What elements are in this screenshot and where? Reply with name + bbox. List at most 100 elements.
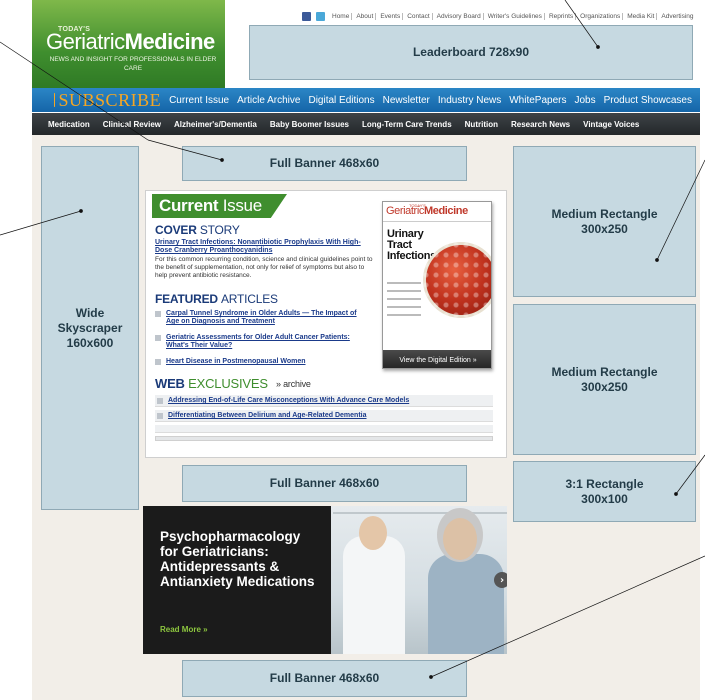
featured-article-link[interactable]: Heart Disease in Postmenopausal Women <box>166 358 306 366</box>
topnav-home[interactable]: Home <box>330 12 353 20</box>
doctor-figure <box>343 536 405 654</box>
nav-product-showcases[interactable]: Product Showcases <box>604 95 692 106</box>
facebook-icon[interactable] <box>302 11 311 21</box>
primary-nav: SUBSCRIBE Current Issue Article Archive … <box>32 88 700 112</box>
subnav-long-term-care-trends[interactable]: Long-Term Care Trends <box>362 120 452 129</box>
web-exclusive-item[interactable]: Addressing End-of-Life Care Misconceptio… <box>155 395 493 407</box>
archive-link[interactable]: » archive <box>276 379 311 389</box>
featured-heading-light: ARTICLES <box>220 292 278 306</box>
topnav-advisory-board[interactable]: Advisory Board <box>435 12 484 20</box>
current-issue-heading-bold: Current <box>159 196 219 215</box>
nav-article-archive[interactable]: Article Archive <box>237 95 300 106</box>
bullet-icon <box>155 335 161 341</box>
leaderboard-ad[interactable]: Leaderboard 728x90 <box>249 25 693 80</box>
nav-newsletter[interactable]: Newsletter <box>383 95 430 106</box>
logo-name-light: Geriatric <box>46 29 125 54</box>
featured-article-item[interactable]: Carpal Tunnel Syndrome in Older Adults —… <box>155 310 370 326</box>
web-exclusive-spacer <box>155 425 493 433</box>
doctor-head <box>359 516 387 550</box>
full-banner-top-ad[interactable]: Full Banner 468x60 <box>182 146 467 181</box>
nav-current-issue[interactable]: Current Issue <box>169 95 229 106</box>
cover-story-summary: For this common recurring condition, sci… <box>155 256 373 279</box>
nav-digital-editions[interactable]: Digital Editions <box>308 95 374 106</box>
cover-mast-bold: Medicine <box>423 205 468 217</box>
cranberry-highlights <box>423 242 491 318</box>
web-exclusive-item[interactable]: Differentiating Between Delirium and Age… <box>155 410 493 422</box>
web-exclusive-link[interactable]: Differentiating Between Delirium and Age… <box>168 412 367 419</box>
subscribe-link[interactable]: SUBSCRIBE <box>59 90 162 111</box>
page: TODAY'S GeriatricMedicine NEWS AND INSIG… <box>0 0 705 700</box>
right-margin <box>700 0 705 700</box>
subscribe-icon <box>54 93 55 107</box>
cover-story-link[interactable]: Urinary Tract Infections: Nonantibiotic … <box>155 239 370 255</box>
nav-jobs[interactable]: Jobs <box>574 95 595 106</box>
topnav-contact[interactable]: Contact <box>405 12 433 20</box>
web-heading-bold: WEB <box>155 376 185 391</box>
nav-industry-news[interactable]: Industry News <box>438 95 501 106</box>
subnav-research-news[interactable]: Research News <box>511 120 570 129</box>
bullet-icon <box>155 359 161 365</box>
topnav-writers-guidelines[interactable]: Writer's Guidelines <box>486 12 545 20</box>
logo-tagline: NEWS AND INSIGHT FOR PROFESSIONALS IN EL… <box>49 56 217 72</box>
topnav-reprints[interactable]: Reprints <box>547 12 577 20</box>
cover-story-heading: COVER STORY <box>155 223 240 237</box>
top-utility-nav: Home About Events Contact Advisory Board… <box>302 10 696 22</box>
featured-article-item[interactable]: Heart Disease in Postmenopausal Women <box>155 358 370 366</box>
featured-article-link[interactable]: Carpal Tunnel Syndrome in Older Adults —… <box>166 310 370 326</box>
promo-headline: Psychopharmacology for Geriatricians: An… <box>160 529 315 589</box>
logo-name: GeriatricMedicine <box>46 29 215 55</box>
subnav-vintage-voices[interactable]: Vintage Voices <box>583 120 639 129</box>
bullet-icon <box>157 397 163 404</box>
subnav-clinical-review[interactable]: Clinical Review <box>103 120 161 129</box>
topnav-media-kit[interactable]: Media Kit <box>625 12 658 20</box>
web-exclusive-link[interactable]: Addressing End-of-Life Care Misconceptio… <box>168 397 409 404</box>
view-digital-edition-button[interactable]: View the Digital Edition » <box>383 350 491 368</box>
topnav-events[interactable]: Events <box>378 12 404 20</box>
wide-skyscraper-ad[interactable]: Wide Skyscraper 160x600 <box>41 146 139 510</box>
nav-whitepapers[interactable]: WhitePapers <box>509 95 566 106</box>
patient-head <box>443 518 477 560</box>
subnav-medication[interactable]: Medication <box>48 120 90 129</box>
read-more-link[interactable]: Read More » <box>160 625 208 634</box>
cover-divider <box>383 221 491 222</box>
header: TODAY'S GeriatricMedicine NEWS AND INSIG… <box>32 0 700 88</box>
site-logo[interactable]: TODAY'S GeriatricMedicine NEWS AND INSIG… <box>32 0 225 88</box>
medium-rectangle-ad-2[interactable]: Medium Rectangle 300x250 <box>513 304 696 455</box>
medium-rectangle-ad-1[interactable]: Medium Rectangle 300x250 <box>513 146 696 297</box>
topnav-about[interactable]: About <box>354 12 377 20</box>
next-slide-icon[interactable]: › <box>494 572 507 588</box>
logo-name-bold: Medicine <box>124 29 216 54</box>
website: TODAY'S GeriatricMedicine NEWS AND INSIG… <box>32 0 700 700</box>
topnav-organizations[interactable]: Organizations <box>578 12 624 20</box>
cover-text-lines <box>387 282 421 322</box>
magazine-cover[interactable]: GeriatricMedicine TODAY'S Urinary Tract … <box>382 201 492 369</box>
cover-mast-small: TODAY'S <box>409 203 426 208</box>
featured-articles-heading: FEATURED ARTICLES <box>155 292 278 306</box>
current-issue-tab: Current Issue <box>152 194 287 218</box>
featured-article-item[interactable]: Geriatric Assessments for Older Adult Ca… <box>155 334 370 350</box>
promo-slider[interactable]: Psychopharmacology for Geriatricians: An… <box>143 506 507 654</box>
topnav-advertising[interactable]: Advertising <box>659 13 695 20</box>
twitter-icon[interactable] <box>316 11 325 21</box>
subnav-baby-boomer-issues[interactable]: Baby Boomer Issues <box>270 120 349 129</box>
current-issue-heading: Current Issue <box>159 196 262 216</box>
current-issue-heading-light: Issue <box>222 196 262 215</box>
full-banner-mid-ad[interactable]: Full Banner 468x60 <box>182 465 467 502</box>
subnav-alzheimers-dementia[interactable]: Alzheimer's/Dementia <box>174 120 257 129</box>
featured-heading-bold: FEATURED <box>155 292 218 306</box>
cover-story-heading-light: STORY <box>199 223 240 237</box>
patient-figure <box>428 554 504 654</box>
full-banner-bottom-ad[interactable]: Full Banner 468x60 <box>182 660 467 697</box>
cover-masthead: GeriatricMedicine <box>386 205 468 217</box>
left-margin <box>0 0 32 700</box>
scrollbar[interactable] <box>155 436 493 441</box>
promo-photo-shelf <box>333 512 507 514</box>
bullet-icon <box>157 412 163 419</box>
current-issue-panel: Current Issue COVER STORY Urinary Tract … <box>145 190 507 458</box>
web-exclusives-heading: WEB EXCLUSIVES <box>155 376 268 391</box>
web-heading-light: EXCLUSIVES <box>188 376 268 391</box>
subnav-nutrition[interactable]: Nutrition <box>465 120 498 129</box>
rectangle-3-1-ad[interactable]: 3:1 Rectangle 300x100 <box>513 461 696 522</box>
featured-article-link[interactable]: Geriatric Assessments for Older Adult Ca… <box>166 334 370 350</box>
bullet-icon <box>155 311 161 317</box>
